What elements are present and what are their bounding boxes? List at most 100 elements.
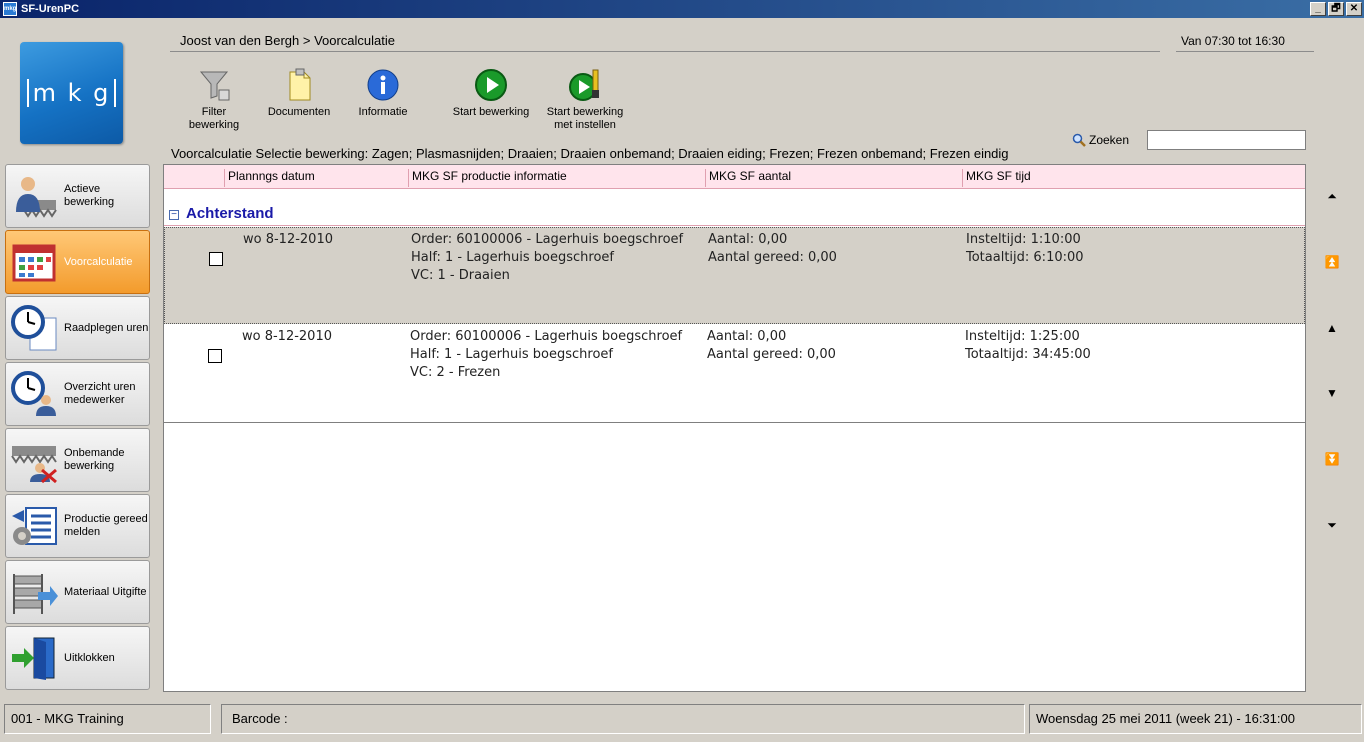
row-half: Half: 1 - Lagerhuis boegschroef (410, 347, 613, 362)
documenten-button[interactable]: Documenten (266, 68, 332, 119)
title-bar: mkg SF-UrenPC _ 🗗 ✕ (0, 0, 1364, 18)
row-vc: VC: 1 - Draaien (411, 268, 510, 283)
scroll-down-button[interactable]: ▼ (1322, 383, 1342, 403)
document-icon (289, 68, 311, 101)
sidebar-item-onbemande-bewerking[interactable]: Onbemande bewerking (5, 428, 150, 492)
column-production-info[interactable]: MKG SF productie informatie (408, 169, 567, 187)
table-row[interactable]: wo 8-12-2010 Order: 60100006 - Lagerhuis… (164, 325, 1305, 422)
row-vc: VC: 2 - Frezen (410, 365, 501, 380)
window-title: SF-UrenPC (21, 3, 80, 15)
sidebar-item-label: Voorcalculatie (64, 255, 133, 268)
start-instellen-label-2: met instellen (554, 119, 616, 131)
magnifier-icon (1072, 133, 1086, 147)
unmanned-icon (11, 446, 57, 484)
group-label: Achterstand (186, 205, 274, 222)
sidebar-item-label: Onbemande bewerking (64, 447, 125, 472)
sidebar-item-label: Uitklokken (64, 651, 115, 664)
row-aantal-gereed: Aantal gereed: 0,00 (708, 250, 837, 265)
row-quantity: Aantal: 0,00 Aantal gereed: 0,00 (708, 231, 837, 267)
start-bewerking-instellen-button[interactable]: Start bewerking met instellen (544, 68, 626, 132)
row-separator (164, 422, 1305, 423)
sidebar-item-raadplegen-uren[interactable]: Raadplegen uren (5, 296, 150, 360)
row-totaaltijd: Totaaltijd: 6:10:00 (966, 250, 1084, 265)
row-order: Order: 60100006 - Lagerhuis boegschroef (411, 232, 684, 247)
row-production-info: Order: 60100006 - Lagerhuis boegschroef … (410, 328, 682, 382)
sidebar-item-materiaal-uitgifte[interactable]: Materiaal Uitgifte (5, 560, 150, 624)
scroll-top-button[interactable]: ⏶ (1322, 186, 1342, 206)
row-time: Insteltijd: 1:25:00 Totaaltijd: 34:45:00 (965, 328, 1091, 364)
collapse-toggle[interactable]: − (169, 210, 179, 220)
filter-label: Filter bewerking (188, 106, 240, 131)
informatie-button[interactable]: Informatie (355, 68, 411, 119)
row-half: Half: 1 - Lagerhuis boegschroef (411, 250, 614, 265)
row-quantity: Aantal: 0,00 Aantal gereed: 0,00 (707, 328, 836, 364)
breadcrumb: Joost van den Bergh > Voorcalculatie (170, 32, 1160, 52)
close-button[interactable]: ✕ (1346, 2, 1362, 16)
sidebar-item-voorcalculatie[interactable]: Voorcalculatie (5, 230, 150, 294)
row-date: wo 8-12-2010 (242, 329, 332, 344)
group-achterstand: − Achterstand (164, 202, 1305, 226)
production-done-icon (12, 507, 57, 545)
sidebar-item-label: Raadplegen uren (64, 321, 149, 334)
sidebar-item-productie-gereed[interactable]: Productie gereed melden (5, 494, 150, 558)
play-icon (475, 69, 507, 101)
documenten-label: Documenten (267, 106, 331, 118)
sidebar-item-label: Productie gereed melden (64, 513, 148, 538)
restore-button[interactable]: 🗗 (1328, 2, 1344, 16)
row-checkbox[interactable] (208, 349, 222, 363)
row-date: wo 8-12-2010 (243, 232, 333, 247)
row-insteltijd: Insteltijd: 1:25:00 (965, 329, 1080, 344)
start-bewerking-button[interactable]: Start bewerking (451, 68, 531, 119)
status-company: 001 - MKG Training (4, 704, 211, 734)
page-down-button[interactable]: ⏬ (1322, 449, 1342, 469)
row-aantal-gereed: Aantal gereed: 0,00 (707, 347, 836, 362)
page-up-button[interactable]: ⏫ (1322, 252, 1342, 272)
calendar-icon (12, 244, 56, 282)
start-bewerking-label: Start bewerking (452, 106, 530, 118)
sidebar-item-label: Actieve bewerking (64, 183, 115, 208)
row-checkbox[interactable] (209, 252, 223, 266)
sidebar-item-overzicht-uren[interactable]: Overzicht uren medewerker (5, 362, 150, 426)
sidebar-item-label: Overzicht uren medewerker (64, 381, 136, 406)
start-instellen-label-1: Start bewerking (546, 106, 624, 118)
barcode-field[interactable]: Barcode : (221, 704, 1025, 734)
row-production-info: Order: 60100006 - Lagerhuis boegschroef … (411, 231, 683, 285)
funnel-icon (199, 71, 230, 101)
worker-saw-icon (16, 177, 57, 218)
logo-text: m k g (26, 79, 117, 107)
filter-bewerking-button[interactable]: Filter bewerking (176, 68, 252, 132)
sidebar-item-actieve-bewerking[interactable]: Actieve bewerking (5, 164, 150, 228)
sidebar: Actieve bewerking Voorcalculatie Raadple… (5, 164, 151, 692)
work-grid: Plannngs datum MKG SF productie informat… (163, 164, 1306, 692)
column-time[interactable]: MKG SF tijd (962, 169, 1031, 187)
clock-out-door-icon (12, 637, 55, 680)
row-insteltijd: Insteltijd: 1:10:00 (966, 232, 1081, 247)
minimize-button[interactable]: _ (1310, 2, 1326, 16)
clock-doc-icon (11, 305, 57, 351)
scroll-bottom-button[interactable]: ⏷ (1322, 515, 1342, 535)
table-row[interactable]: wo 8-12-2010 Order: 60100006 - Lagerhuis… (164, 227, 1305, 324)
row-aantal: Aantal: 0,00 (708, 232, 788, 247)
search-label: Zoeken (1072, 133, 1129, 147)
scroll-up-button[interactable]: ▲ (1322, 318, 1342, 338)
info-icon (367, 69, 399, 101)
search-input[interactable] (1147, 130, 1306, 150)
sidebar-item-label: Materiaal Uitgifte (64, 585, 147, 598)
material-rack-icon (13, 574, 58, 614)
row-order: Order: 60100006 - Lagerhuis boegschroef (410, 329, 683, 344)
column-quantity[interactable]: MKG SF aantal (705, 169, 791, 187)
mkg-logo: m k g (20, 42, 123, 144)
clock-person-icon (11, 371, 56, 416)
selection-summary: Voorcalculatie Selectie bewerking: Zagen… (171, 146, 1009, 161)
column-planning-date[interactable]: Plannngs datum (224, 169, 315, 187)
search-label-text: Zoeken (1089, 133, 1130, 147)
status-datetime: Woensdag 25 mei 2011 (week 21) - 16:31:0… (1029, 704, 1362, 734)
work-time-range: Van 07:30 tot 16:30 (1176, 32, 1314, 52)
sidebar-item-uitklokken[interactable]: Uitklokken (5, 626, 150, 690)
row-aantal: Aantal: 0,00 (707, 329, 787, 344)
grid-header: Plannngs datum MKG SF productie informat… (164, 165, 1305, 189)
informatie-label: Informatie (358, 106, 408, 118)
play-settings-icon (569, 69, 599, 101)
app-icon: mkg (3, 2, 17, 16)
row-totaaltijd: Totaaltijd: 34:45:00 (965, 347, 1091, 362)
